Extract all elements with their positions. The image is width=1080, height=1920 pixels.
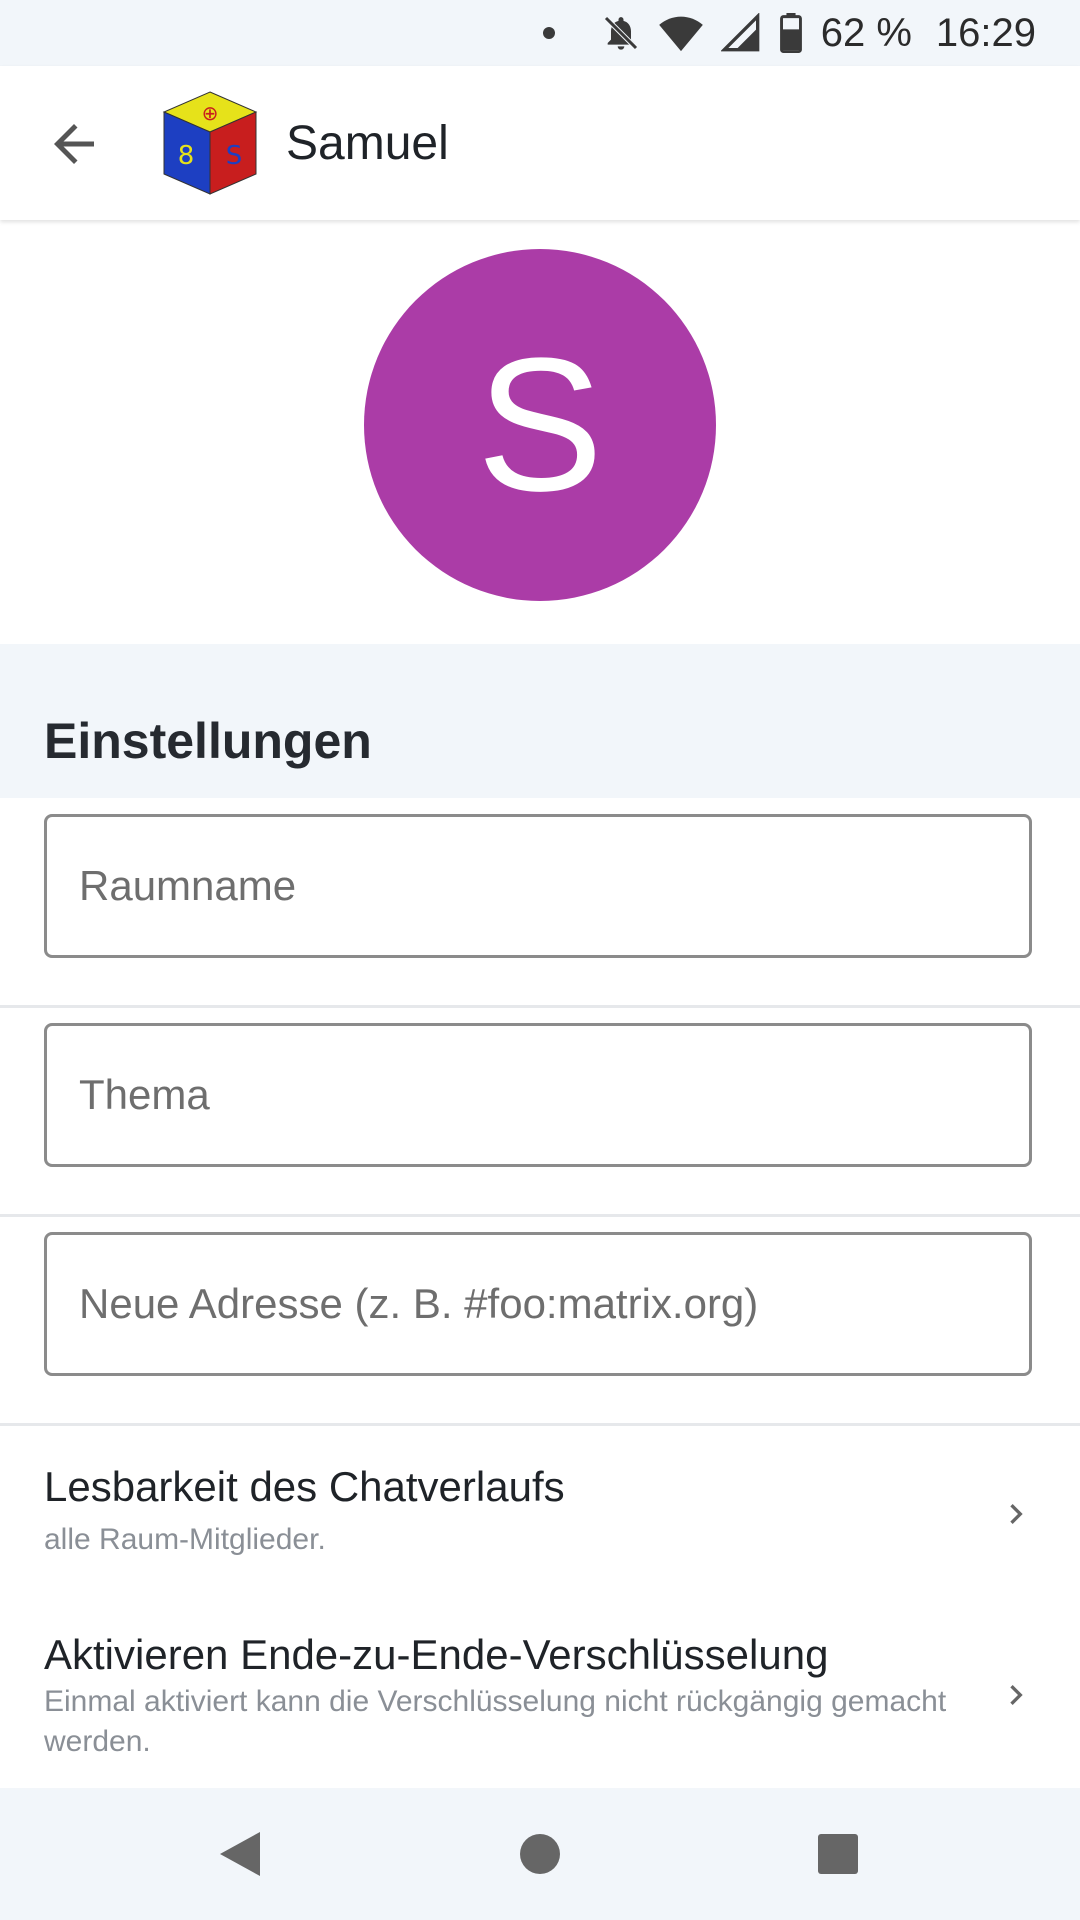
nav-recents-button[interactable]	[808, 1824, 868, 1884]
new-address-field[interactable]: Neue Adresse (z. B. #foo:matrix.org)	[44, 1232, 1032, 1376]
status-icons: 62 % 16:29	[542, 0, 1036, 66]
svg-text:⊕: ⊕	[202, 101, 219, 125]
wifi-icon	[658, 16, 703, 52]
avatar-initial: S	[476, 319, 604, 531]
battery-icon	[779, 13, 802, 53]
nav-home-icon	[520, 1834, 560, 1874]
history-visibility-title: Lesbarkeit des Chatverlaufs	[44, 1463, 565, 1510]
room-title: Samuel	[286, 117, 449, 170]
room-avatar[interactable]: S	[364, 249, 716, 601]
svg-text:S: S	[226, 141, 243, 171]
nav-back-icon	[220, 1832, 260, 1876]
topic-placeholder: Thema	[79, 1071, 210, 1118]
back-button[interactable]	[44, 114, 104, 174]
app-bar: ⊕ 8 S Samuel	[0, 66, 1080, 220]
status-bar: 62 % 16:29	[0, 0, 1080, 66]
settings-section-header: Einstellungen	[0, 644, 1080, 798]
system-navigation-bar	[0, 1788, 1080, 1920]
nav-recents-icon	[818, 1834, 858, 1874]
svg-text:8: 8	[178, 141, 195, 171]
encryption-title: Aktivieren Ende-zu-Ende-Verschlüsselung	[44, 1631, 829, 1678]
topic-field[interactable]: Thema	[44, 1023, 1032, 1167]
room-logo-cube-icon[interactable]: ⊕ 8 S	[160, 88, 260, 198]
nav-back-button[interactable]	[210, 1824, 270, 1884]
nav-home-button[interactable]	[510, 1824, 570, 1884]
divider	[0, 1423, 1080, 1426]
room-name-placeholder: Raumname	[79, 862, 297, 909]
notification-dot-icon	[542, 27, 555, 39]
chevron-right-icon	[1010, 1685, 1023, 1705]
section-title: Einstellungen	[44, 713, 372, 769]
signal-icon	[720, 13, 760, 52]
chevron-right-icon	[1010, 1504, 1023, 1524]
address-placeholder: Neue Adresse (z. B. #foo:matrix.org)	[79, 1280, 759, 1327]
bell-off-icon	[603, 16, 638, 50]
encryption-description: Einmal aktiviert kann die Verschlüsselun…	[44, 1685, 947, 1758]
divider	[0, 1214, 1080, 1217]
room-name-field[interactable]: Raumname	[44, 814, 1032, 958]
divider	[0, 1005, 1080, 1008]
arrow-back-icon	[54, 124, 94, 164]
battery-percentage: 62 %	[820, 10, 912, 55]
clock: 16:29	[935, 10, 1036, 55]
history-visibility-value: alle Raum-Mitglieder.	[44, 1523, 326, 1556]
